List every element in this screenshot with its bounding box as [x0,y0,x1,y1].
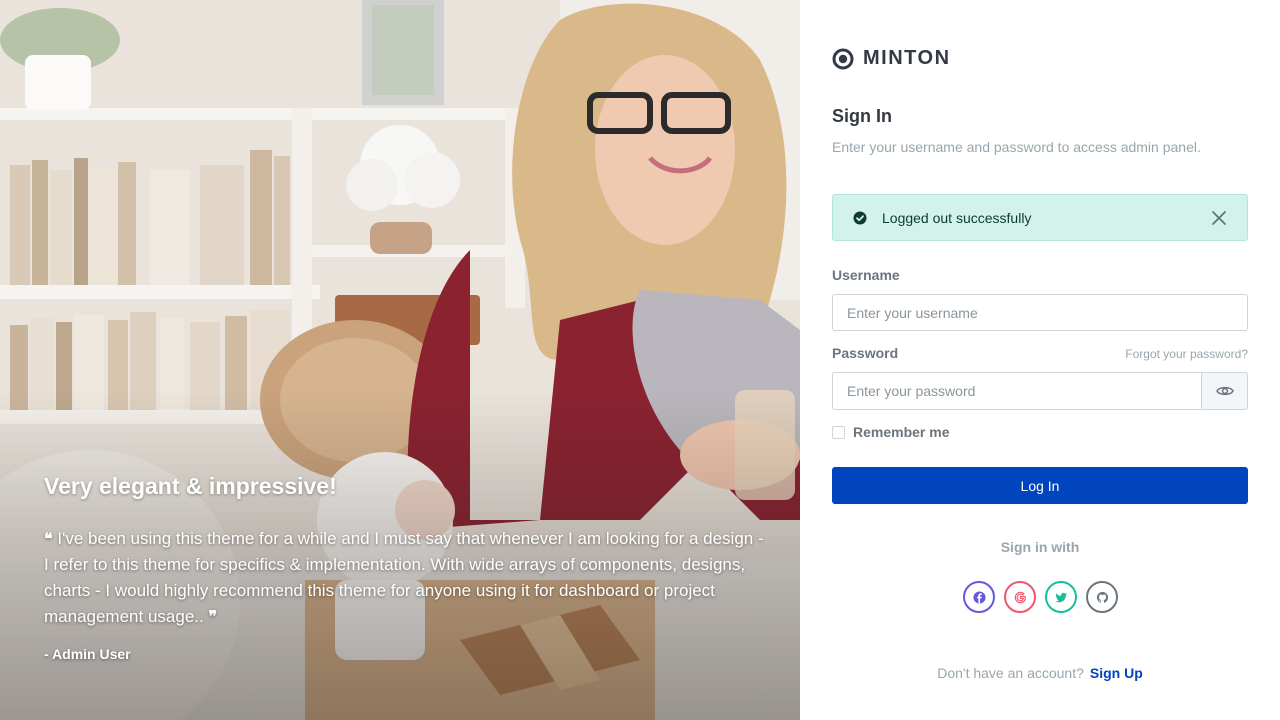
logout-alert: Logged out successfully [832,194,1248,241]
page-subtitle: Enter your username and password to acce… [832,139,1201,155]
remember-me[interactable]: Remember me [832,424,950,440]
alert-message: Logged out successfully [882,209,1032,226]
password-input[interactable] [832,372,1202,410]
github-icon [1096,591,1108,603]
testimonial-quote: ❝ I've been using this theme for a while… [44,526,764,630]
remember-checkbox[interactable] [832,425,845,439]
social-buttons [963,581,1127,613]
show-password-button[interactable] [1201,372,1248,410]
signup-prompt: Don't have an account? Sign Up [800,665,1280,681]
signup-link[interactable]: Sign Up [1090,665,1143,681]
facebook-button[interactable] [963,581,995,613]
check-circle-icon [853,211,867,224]
logo-icon [832,48,854,69]
remember-label: Remember me [853,424,950,440]
forgot-password-link[interactable]: Forgot your password? [1125,347,1248,361]
password-label: Password [832,345,899,361]
twitter-icon [1054,592,1067,602]
brand-logo[interactable]: MINTON [832,47,951,70]
brand-name: MINTON [863,47,951,69]
close-icon[interactable] [1211,210,1227,226]
testimonial-author: - Admin User [44,646,131,662]
google-button[interactable] [1004,581,1036,613]
testimonial-text: I've been using this theme for a while a… [44,529,764,626]
facebook-icon [972,590,986,604]
google-icon [1014,591,1026,603]
twitter-button[interactable] [1045,581,1077,613]
testimonial: Very elegant & impressive! ❝ I've been u… [44,470,764,662]
signup-prompt-text: Don't have an account? [937,665,1084,681]
page-title: Sign In [832,106,892,126]
username-input[interactable] [832,294,1248,331]
github-button[interactable] [1086,581,1118,613]
quote-close-icon: ❞ [208,607,218,626]
hero-panel: Very elegant & impressive! ❝ I've been u… [0,0,800,720]
username-label: Username [832,267,900,283]
social-heading: Sign in with [1000,539,1080,555]
auth-panel: MINTON Sign In Enter your username and p… [800,0,1280,720]
login-button[interactable]: Log In [832,467,1248,504]
quote-open-icon: ❝ [44,529,53,548]
testimonial-heading: Very elegant & impressive! [44,473,337,499]
eye-icon [1215,386,1234,396]
